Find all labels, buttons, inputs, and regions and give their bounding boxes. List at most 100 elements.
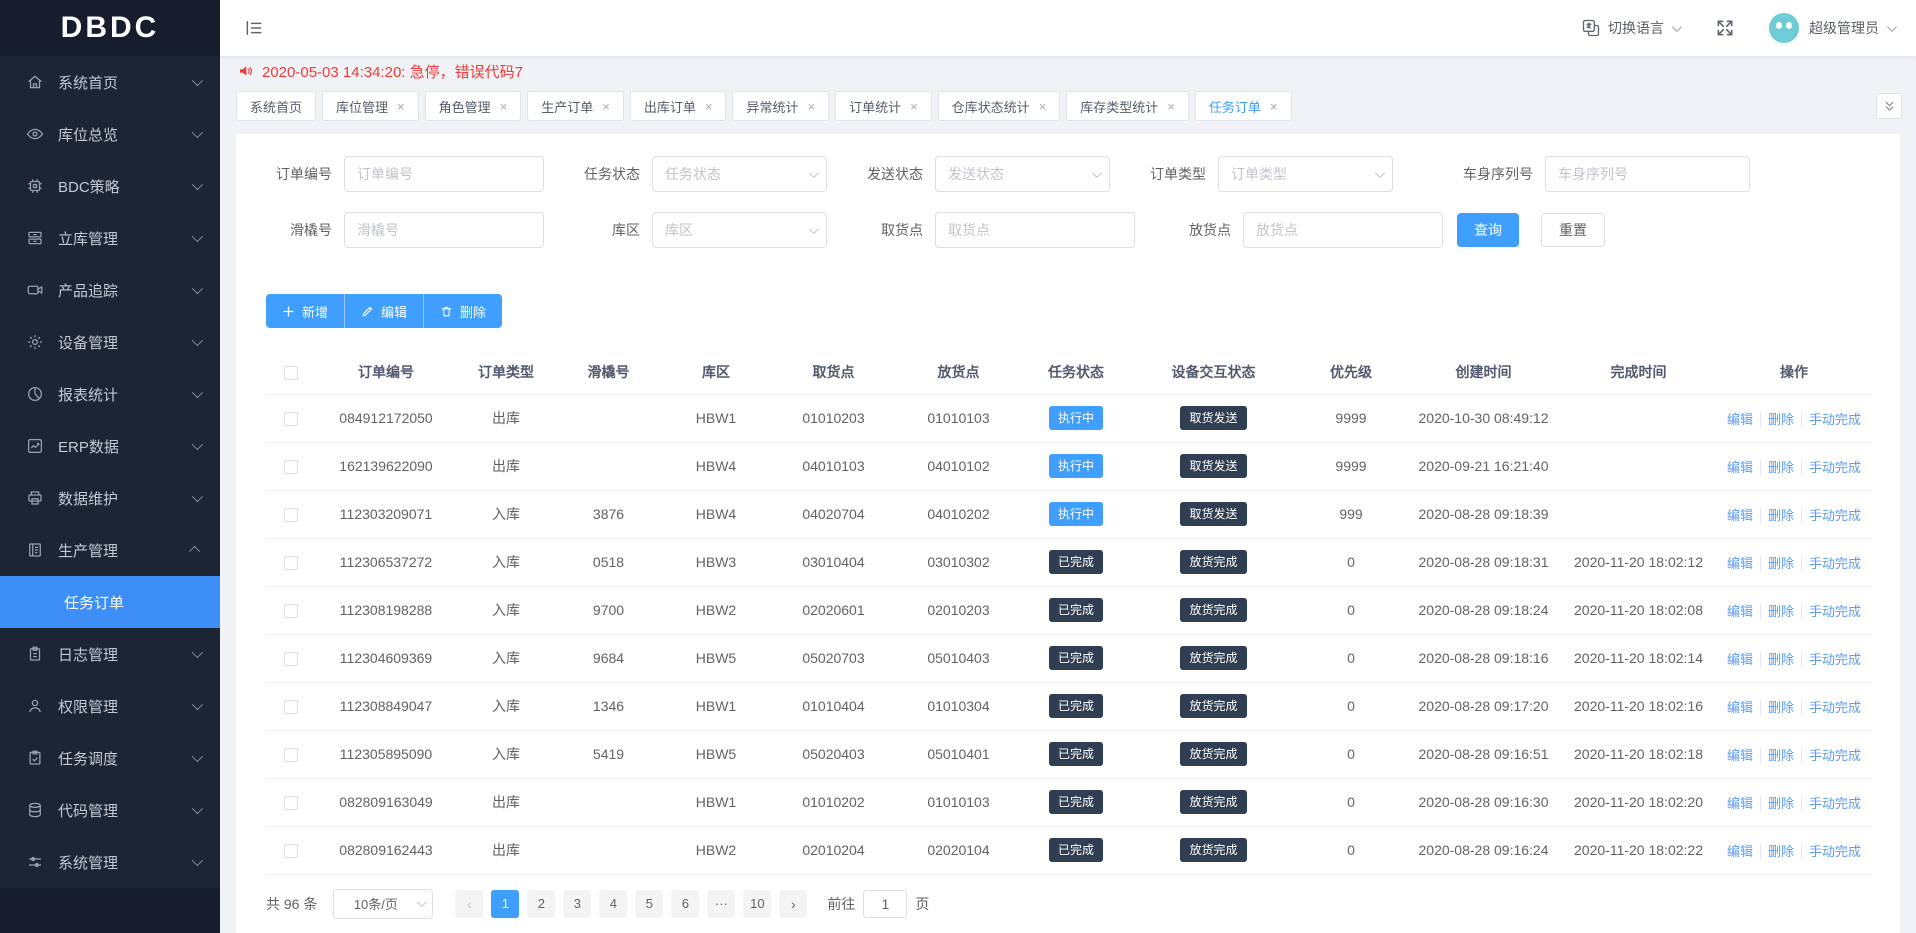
tab[interactable]: 生产订单 × [527,91,624,121]
close-icon[interactable]: × [807,100,815,113]
manual-complete-link[interactable]: 手动完成 [1801,796,1868,811]
page-button[interactable]: 6 [671,890,699,918]
tab[interactable]: 出库订单 × [630,91,727,121]
edit-link[interactable]: 编辑 [1720,796,1760,811]
delete-link[interactable]: 删除 [1760,844,1801,859]
close-icon[interactable]: × [1039,100,1047,113]
sidebar-item[interactable]: 报表统计 [0,368,220,420]
tab[interactable]: 角色管理 × [425,91,522,121]
tab[interactable]: 仓库状态统计 × [938,91,1061,121]
sidebar-item[interactable]: 系统首页 [0,56,220,108]
close-icon[interactable]: × [1167,100,1175,113]
delete-link[interactable]: 删除 [1760,460,1801,475]
close-icon[interactable]: × [500,100,508,113]
edit-button[interactable]: 编辑 [344,294,423,328]
task-status-select[interactable]: 任务状态 [652,156,827,192]
close-icon[interactable]: × [602,100,610,113]
tab[interactable]: 异常统计 × [732,91,829,121]
goto-page-input[interactable] [863,890,907,918]
sidebar-item[interactable]: 设备管理 [0,316,220,368]
page-button[interactable]: 2 [527,890,555,918]
edit-link[interactable]: 编辑 [1720,844,1760,859]
sidebar-item[interactable]: 日志管理 [0,628,220,680]
manual-complete-link[interactable]: 手动完成 [1801,460,1868,475]
user-menu[interactable]: 超级管理员 [1769,13,1894,43]
row-checkbox[interactable] [284,652,298,666]
delete-link[interactable]: 删除 [1760,652,1801,667]
edit-link[interactable]: 编辑 [1720,604,1760,619]
language-switcher[interactable]: 切换语言 [1581,18,1679,38]
search-button[interactable]: 查询 [1457,213,1519,247]
next-page-button[interactable]: › [779,890,807,918]
edit-link[interactable]: 编辑 [1720,700,1760,715]
close-icon[interactable]: × [1270,100,1278,113]
delete-link[interactable]: 删除 [1760,508,1801,523]
manual-complete-link[interactable]: 手动完成 [1801,748,1868,763]
manual-complete-link[interactable]: 手动完成 [1801,604,1868,619]
reset-button[interactable]: 重置 [1541,213,1605,247]
delete-link[interactable]: 删除 [1760,700,1801,715]
vin-input[interactable] [1545,156,1750,192]
sidebar-item[interactable]: 产品追踪 [0,264,220,316]
edit-link[interactable]: 编辑 [1720,412,1760,427]
tab[interactable]: 库存类型统计 × [1066,91,1189,121]
manual-complete-link[interactable]: 手动完成 [1801,652,1868,667]
sidebar-item[interactable]: 任务调度 [0,732,220,784]
row-checkbox[interactable] [284,700,298,714]
row-checkbox[interactable] [284,748,298,762]
sidebar-item[interactable]: 代码管理 [0,784,220,836]
sidebar-item[interactable]: 立库管理 [0,212,220,264]
tabs-expand-button[interactable] [1876,93,1902,119]
delete-link[interactable]: 删除 [1760,556,1801,571]
sidebar-item[interactable]: 系统管理 [0,836,220,888]
fullscreen-icon[interactable] [1715,18,1735,38]
tab[interactable]: 任务订单 × [1195,91,1292,121]
prev-page-button[interactable]: ‹ [455,890,483,918]
row-checkbox[interactable] [284,556,298,570]
tab[interactable]: 系统首页 [236,91,316,121]
manual-complete-link[interactable]: 手动完成 [1801,508,1868,523]
skid-no-input[interactable] [344,212,544,248]
sidebar-item[interactable]: 生产管理 [0,524,220,576]
page-button[interactable]: 3 [563,890,591,918]
area-select[interactable]: 库区 [652,212,827,248]
delete-link[interactable]: 删除 [1760,412,1801,427]
sidebar-item[interactable]: 库位总览 [0,108,220,160]
sidebar-subitem-task-orders[interactable]: 任务订单 [0,576,220,628]
manual-complete-link[interactable]: 手动完成 [1801,556,1868,571]
edit-link[interactable]: 编辑 [1720,556,1760,571]
row-checkbox[interactable] [284,844,298,858]
manual-complete-link[interactable]: 手动完成 [1801,844,1868,859]
delete-link[interactable]: 删除 [1760,748,1801,763]
sidebar-item[interactable]: ERP数据 [0,420,220,472]
page-size-select[interactable]: 10条/页 [333,889,433,919]
delete-button[interactable]: 删除 [423,294,502,328]
close-icon[interactable]: × [705,100,713,113]
sidebar-item[interactable]: 权限管理 [0,680,220,732]
edit-link[interactable]: 编辑 [1720,652,1760,667]
add-button[interactable]: 新增 [266,294,344,328]
page-button[interactable]: 1 [491,890,519,918]
row-checkbox[interactable] [284,460,298,474]
edit-link[interactable]: 编辑 [1720,508,1760,523]
close-icon[interactable]: × [397,100,405,113]
tab[interactable]: 库位管理 × [322,91,419,121]
delete-link[interactable]: 删除 [1760,796,1801,811]
order-no-input[interactable] [344,156,544,192]
select-all-checkbox[interactable] [284,366,298,380]
page-button[interactable]: 4 [599,890,627,918]
manual-complete-link[interactable]: 手动完成 [1801,700,1868,715]
page-button[interactable]: 10 [743,890,771,918]
sidebar-item[interactable]: BDC策略 [0,160,220,212]
pick-point-input[interactable] [935,212,1135,248]
order-type-select[interactable]: 订单类型 [1218,156,1393,192]
row-checkbox[interactable] [284,796,298,810]
manual-complete-link[interactable]: 手动完成 [1801,412,1868,427]
edit-link[interactable]: 编辑 [1720,748,1760,763]
menu-unfold-icon[interactable] [244,18,264,38]
delete-link[interactable]: 删除 [1760,604,1801,619]
sidebar-item[interactable]: 数据维护 [0,472,220,524]
row-checkbox[interactable] [284,604,298,618]
row-checkbox[interactable] [284,412,298,426]
page-button[interactable]: 5 [635,890,663,918]
